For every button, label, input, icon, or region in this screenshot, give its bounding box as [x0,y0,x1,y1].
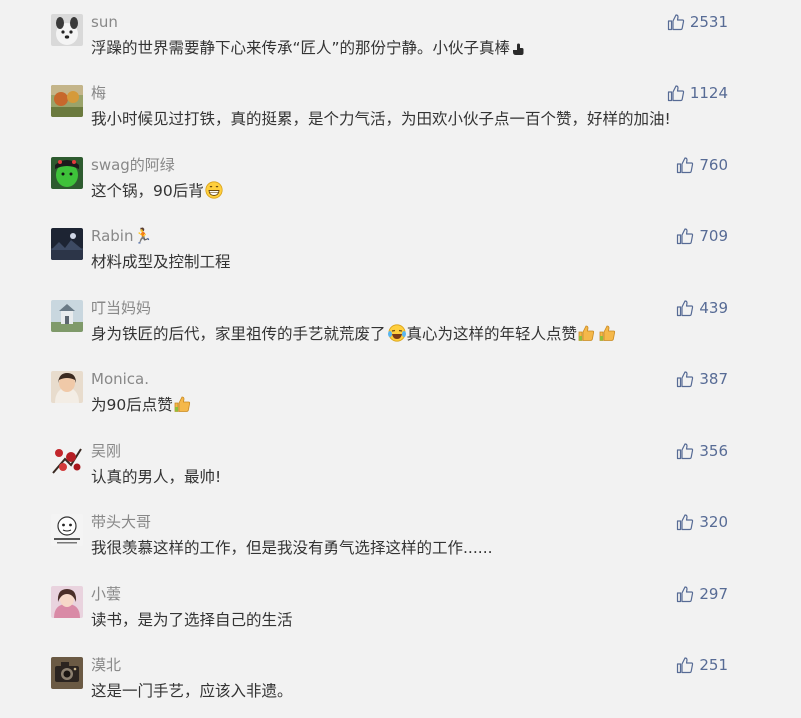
comment-text: 浮躁的世界需要静下心来传承“匠人”的那份宁静。小伙子真棒 [91,39,511,57]
thumbs-up-icon [677,657,694,674]
like-button[interactable]: 1124 [667,83,728,103]
like-count: 1124 [689,84,728,102]
thumbs-up-icon [677,514,694,531]
comment-nickname[interactable]: 吴刚 [91,441,121,461]
comment-nickname[interactable]: 小蕓 [91,584,121,604]
comment-text: 材料成型及控制工程 [91,253,231,271]
thumbs-up-icon [667,85,684,102]
comment-nickname[interactable]: Rabin🏃 [91,226,152,246]
like-button[interactable]: 709 [676,226,728,246]
comment-content: 我很羡慕这样的工作，但是我没有勇气选择这样的工作...... [91,536,493,560]
comment-item: Rabin🏃 材料成型及控制工程 709 [0,226,801,288]
comment-nickname[interactable]: Monica. [91,369,149,389]
avatar[interactable] [51,300,83,332]
like-button[interactable]: 387 [676,369,728,389]
thumbs-up-icon [667,14,684,31]
comment-nickname[interactable]: 漠北 [91,655,121,675]
thumbs-up-icon [677,228,694,245]
comment-text: 我小时候见过打铁，真的挺累，是个力气活，为田欢小伙子点一百个赞，好样的加油! [91,110,671,128]
like-count: 387 [699,370,728,388]
like-count: 356 [699,442,728,460]
comment-nickname[interactable]: 梅 [91,83,106,103]
avatar[interactable] [51,657,83,689]
comment-content: 材料成型及控制工程 [91,250,231,274]
thumbs-up-icon [677,586,694,603]
comment-item: swag的阿绿 这个锅，90后背 760 [0,155,801,217]
comment-item: sun 浮躁的世界需要静下心来传承“匠人”的那份宁静。小伙子真棒 2531 [0,12,801,74]
comment-item: Monica. 为90后点赞 387 [0,369,801,431]
thumbs-up-icon [677,443,694,460]
comment-item: 梅 我小时候见过打铁，真的挺累，是个力气活，为田欢小伙子点一百个赞，好样的加油!… [0,83,801,145]
comment-nickname[interactable]: swag的阿绿 [91,155,175,175]
avatar[interactable] [51,443,83,475]
comment-text: 认真的男人，最帅! [91,468,222,486]
comment-text: 这是一门手艺，应该入非遗。 [91,682,293,700]
comment-text: 身为铁匠的后代，家里祖传的手艺就荒废了 [91,325,386,343]
comment-nickname[interactable]: sun [91,12,118,32]
like-button[interactable]: 251 [676,655,728,675]
like-count: 709 [699,227,728,245]
comment-nickname[interactable]: 带头大哥 [91,512,151,532]
like-button[interactable]: 356 [676,441,728,461]
two-thumbs-up-icon [578,324,622,349]
avatar[interactable] [51,371,83,403]
comment-nickname[interactable]: 叮当妈妈 [91,298,151,318]
grinning-face-icon [205,181,223,206]
comment-text: 为90后点赞 [91,396,173,414]
comment-item: 吴刚 认真的男人，最帅! 356 [0,441,801,503]
like-button[interactable]: 760 [676,155,728,175]
thumbs-up-icon [677,300,694,317]
comment-text-continued: 真心为这样的年轻人点赞 [406,325,578,343]
like-button[interactable]: 320 [676,512,728,532]
comment-item: 漠北 这是一门手艺，应该入非遗。 251 [0,655,801,717]
crying-laughing-icon [387,324,407,349]
comment-list: sun 浮躁的世界需要静下心来传承“匠人”的那份宁静。小伙子真棒 2531 梅 … [0,0,801,718]
avatar[interactable] [51,228,83,260]
like-count: 760 [699,156,728,174]
comment-content: 这个锅，90后背 [91,179,223,206]
like-count: 2531 [689,13,728,31]
comment-content: 身为铁匠的后代，家里祖传的手艺就荒废了 真心为这样的年轻人点赞 [91,322,622,349]
comment-content: 浮躁的世界需要静下心来传承“匠人”的那份宁静。小伙子真棒 [91,36,525,63]
like-count: 297 [699,585,728,603]
avatar[interactable] [51,85,83,117]
like-count: 320 [699,513,728,531]
comment-text: 这个锅，90后背 [91,182,204,200]
comment-item: 叮当妈妈 身为铁匠的后代，家里祖传的手艺就荒废了 真心为这样的年轻人点赞 439 [0,298,801,360]
comment-content: 我小时候见过打铁，真的挺累，是个力气活，为田欢小伙子点一百个赞，好样的加油! [91,107,671,131]
thumbs-up-icon [677,371,694,388]
comment-text: 我很羡慕这样的工作，但是我没有勇气选择这样的工作...... [91,539,493,557]
like-button[interactable]: 439 [676,298,728,318]
like-count: 439 [699,299,728,317]
comment-item: 小蕓 读书，是为了选择自己的生活 297 [0,584,801,646]
like-button[interactable]: 2531 [667,12,728,32]
comment-content: 这是一门手艺，应该入非遗。 [91,679,293,703]
like-count: 251 [699,656,728,674]
comment-item: 带头大哥 我很羡慕这样的工作，但是我没有勇气选择这样的工作...... 320 [0,512,801,574]
avatar[interactable] [51,586,83,618]
thumbs-up-icon [677,157,694,174]
like-button[interactable]: 297 [676,584,728,604]
comment-content: 认真的男人，最帅! [91,465,221,489]
thumbs-up-emoji-icon [174,395,196,420]
avatar[interactable] [51,14,83,46]
pointing-hand-icon [511,39,525,63]
comment-text: 读书，是为了选择自己的生活 [91,611,293,629]
avatar[interactable] [51,157,83,189]
comment-content: 为90后点赞 [91,393,196,420]
comment-content: 读书，是为了选择自己的生活 [91,608,293,632]
avatar[interactable] [51,514,83,546]
